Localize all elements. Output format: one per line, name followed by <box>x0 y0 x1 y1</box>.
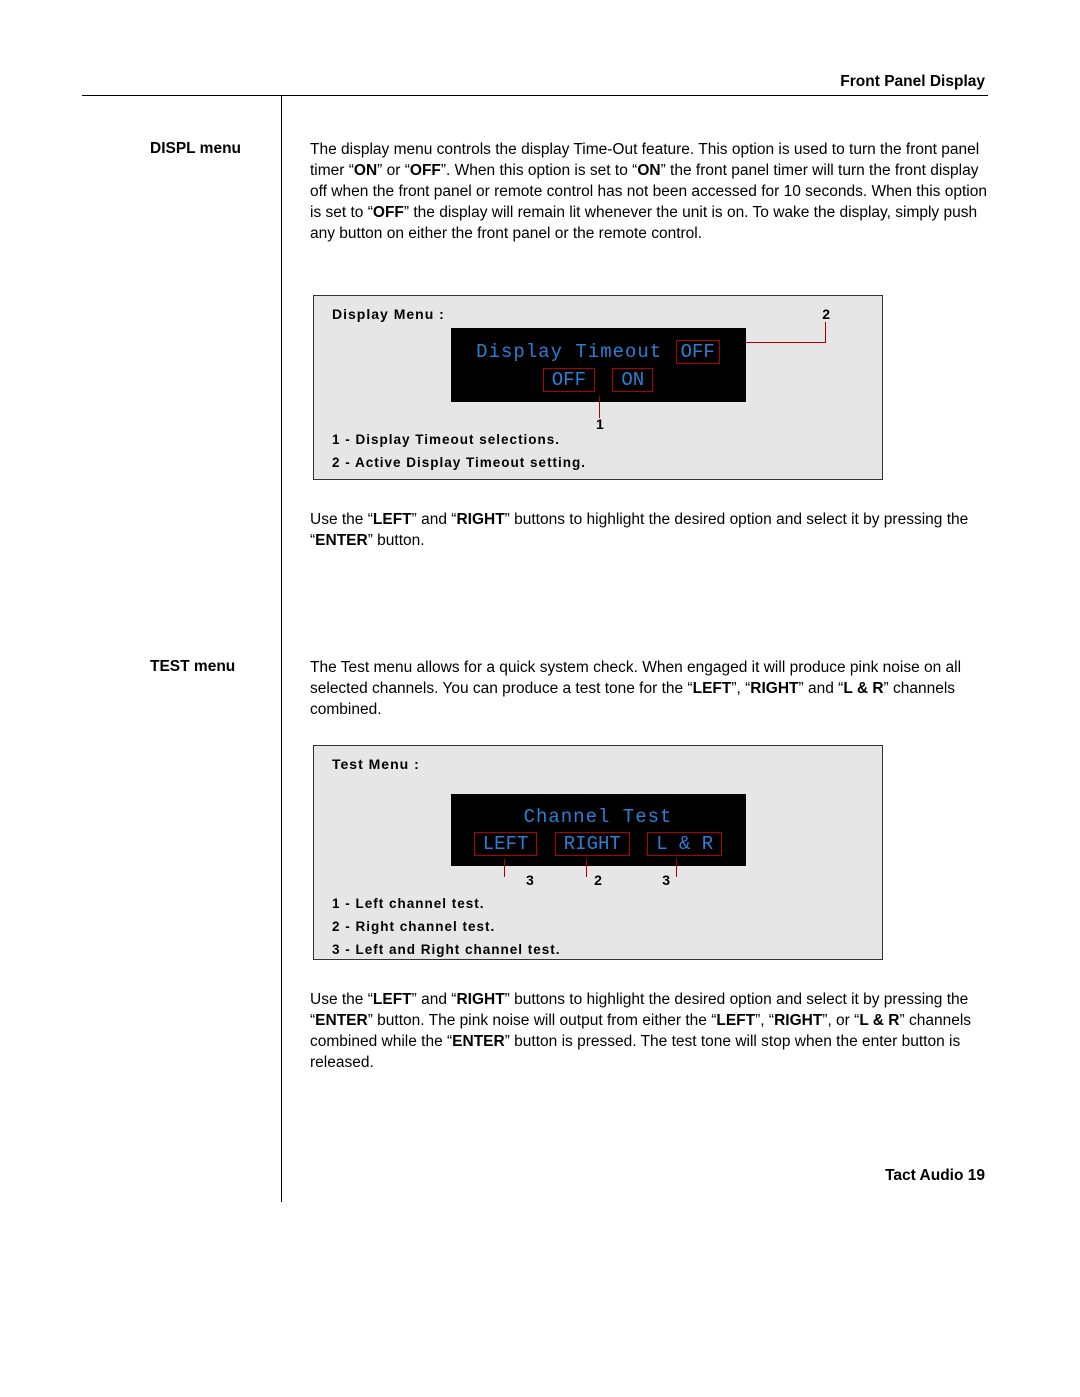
legend-2: 2 - Active Display Timeout setting. <box>332 455 864 470</box>
text: ” button. The pink noise will output fro… <box>368 1012 717 1029</box>
kw-right: RIGHT <box>774 1012 822 1029</box>
text: ”, “ <box>755 1012 774 1029</box>
sidebar-label-test: TEST menu <box>150 658 270 676</box>
kw-left: LEFT <box>716 1012 755 1029</box>
text: ”, “ <box>731 680 750 697</box>
lcd-title: Display Timeout <box>476 341 662 363</box>
text: ” and “ <box>412 511 457 528</box>
kw-on: ON <box>354 162 377 179</box>
footer-brand: Tact Audio <box>885 1167 963 1184</box>
text: Use the “ <box>310 991 373 1008</box>
option-lr[interactable]: L & R <box>647 832 722 856</box>
text: ” and “ <box>799 680 844 697</box>
legend-3: 3 - Left and Right channel test. <box>332 942 864 957</box>
paragraph-test-2: Use the “LEFT” and “RIGHT” buttons to hi… <box>310 990 988 1074</box>
kw-on: ON <box>637 162 660 179</box>
option-right[interactable]: RIGHT <box>555 832 630 856</box>
kw-right: RIGHT <box>750 680 798 697</box>
sidebar-label-displ: DISPL menu <box>150 140 270 158</box>
callout-line <box>599 396 600 418</box>
legend-1: 1 - Display Timeout selections. <box>332 432 864 447</box>
lcd-title: Channel Test <box>451 806 746 828</box>
kw-lr: L & R <box>843 680 883 697</box>
section-header: Front Panel Display <box>840 73 985 91</box>
kw-lr: L & R <box>859 1012 899 1029</box>
text: Use the “ <box>310 511 373 528</box>
text: ” or “ <box>377 162 410 179</box>
callout-line <box>676 859 677 877</box>
page-number: 19 <box>968 1167 985 1184</box>
option-on[interactable]: ON <box>612 368 653 392</box>
text: ” button. <box>368 532 425 549</box>
callout-1: 1 <box>596 416 604 432</box>
paragraph-displ-2: Use the “LEFT” and “RIGHT” buttons to hi… <box>310 510 988 552</box>
callout-2: 2 <box>822 306 830 322</box>
kw-left: LEFT <box>373 511 412 528</box>
top-divider <box>82 95 988 96</box>
callout-3: 3 <box>662 872 670 888</box>
kw-enter: ENTER <box>315 1012 368 1029</box>
panel-title: Test Menu : <box>332 756 864 772</box>
legend-2: 2 - Right channel test. <box>332 919 864 934</box>
text: ” and “ <box>412 991 457 1008</box>
paragraph-test: The Test menu allows for a quick system … <box>310 658 988 721</box>
lcd-screen: Channel Test LEFT RIGHT L & R <box>451 794 746 866</box>
legend-1: 1 - Left channel test. <box>332 896 864 911</box>
text: ”, or “ <box>822 1012 859 1029</box>
text: ”. When this option is set to “ <box>441 162 637 179</box>
callout-line <box>825 322 826 342</box>
callout-line <box>586 859 587 877</box>
kw-off: OFF <box>373 204 404 221</box>
kw-right: RIGHT <box>456 991 504 1008</box>
test-menu-panel: Test Menu : Channel Test LEFT RIGHT L & … <box>313 745 883 960</box>
lcd-screen: Display Timeout OFF OFF ON <box>451 328 746 402</box>
display-menu-panel: Display Menu : 2 Display Timeout OFF OFF… <box>313 295 883 480</box>
option-off[interactable]: OFF <box>543 368 595 392</box>
page-footer: Tact Audio 19 <box>885 1167 985 1185</box>
kw-off: OFF <box>410 162 441 179</box>
callout-line <box>504 859 505 877</box>
vertical-divider <box>281 95 282 1202</box>
kw-enter: ENTER <box>452 1033 505 1050</box>
callout-3: 3 <box>526 872 534 888</box>
kw-left: LEFT <box>693 680 732 697</box>
option-left[interactable]: LEFT <box>474 832 538 856</box>
kw-right: RIGHT <box>456 511 504 528</box>
paragraph-displ: The display menu controls the display Ti… <box>310 140 988 245</box>
kw-left: LEFT <box>373 991 412 1008</box>
text: ” the display will remain lit whenever t… <box>310 204 977 242</box>
lcd-current-value: OFF <box>676 340 720 364</box>
callout-2: 2 <box>594 872 602 888</box>
panel-title: Display Menu : <box>332 306 864 322</box>
kw-enter: ENTER <box>315 532 368 549</box>
